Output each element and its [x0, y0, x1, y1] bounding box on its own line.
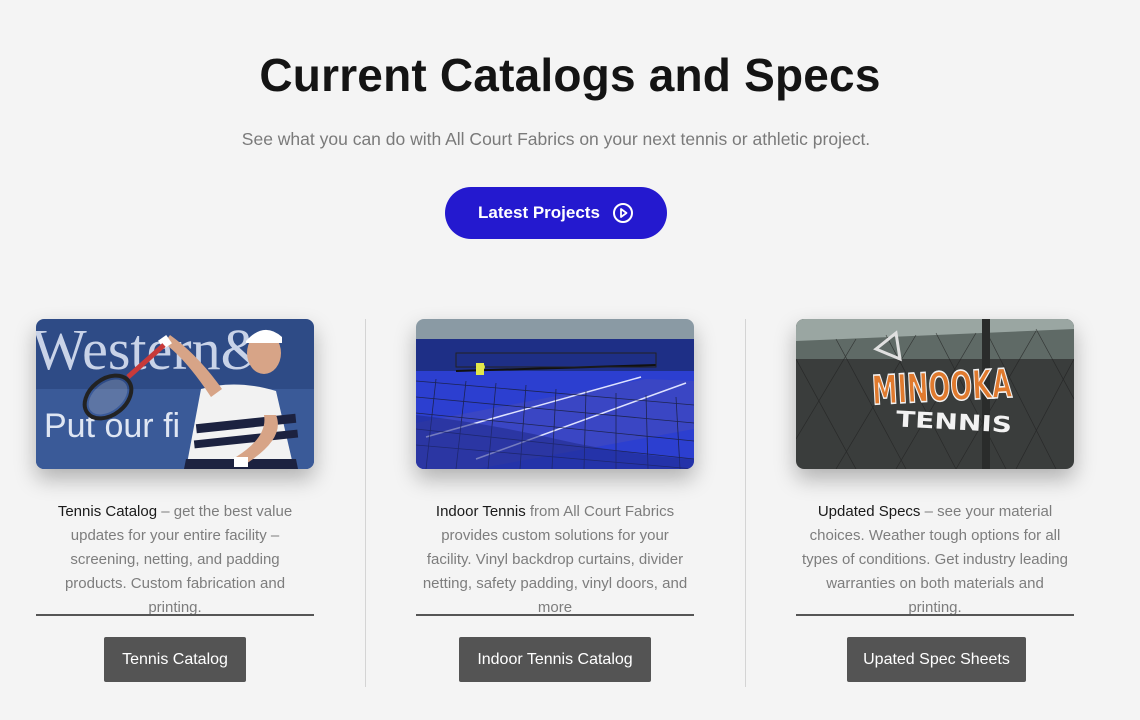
- latest-projects-button[interactable]: Latest Projects: [445, 187, 667, 239]
- card-rule: [796, 614, 1074, 616]
- card-lead: Tennis Catalog: [57, 503, 158, 520]
- indoor-tennis-catalog-button[interactable]: Indoor Tennis Catalog: [459, 637, 651, 682]
- latest-projects-label: Latest Projects: [478, 203, 600, 222]
- tennis-catalog-button-label: Tennis Catalog: [122, 650, 228, 668]
- image-banner-text: MINOOKA: [871, 361, 1013, 414]
- tennis-player-image: Western& Put our fi: [36, 319, 314, 469]
- card-description: Updated Specs – see your material choice…: [796, 500, 1074, 620]
- spec-sheets-button[interactable]: Upated Spec Sheets: [847, 637, 1026, 682]
- card-lead: Updated Specs: [817, 503, 921, 520]
- page-title: Current Catalogs and Specs: [259, 49, 881, 101]
- card-description: Indoor Tennis from All Court Fabrics pro…: [416, 500, 694, 620]
- column-divider: [365, 319, 366, 687]
- windscreen-image: MINOOKA TENNIS: [796, 319, 1074, 469]
- card-updated-specs: MINOOKA TENNIS Updated Specs – see your …: [796, 319, 1074, 682]
- card-rule: [36, 614, 314, 616]
- tennis-catalog-button[interactable]: Tennis Catalog: [104, 637, 246, 682]
- card-tennis-catalog: Western& Put our fi Tennis Catalog – get…: [36, 319, 314, 682]
- column-divider: [745, 319, 746, 687]
- play-circle-icon: [612, 202, 634, 224]
- card-indoor-tennis: Indoor Tennis from All Court Fabrics pro…: [416, 319, 694, 682]
- card-lead: Indoor Tennis: [435, 503, 526, 520]
- spec-sheets-button-label: Upated Spec Sheets: [863, 650, 1010, 668]
- indoor-tennis-catalog-button-label: Indoor Tennis Catalog: [477, 650, 633, 668]
- image-banner-text: Western&: [36, 319, 266, 382]
- image-banner-text: Put our fi: [44, 407, 180, 445]
- card-description: Tennis Catalog – get the best value upda…: [36, 500, 314, 620]
- card-rule: [416, 614, 694, 616]
- page-subtitle: See what you can do with All Court Fabri…: [241, 129, 871, 149]
- indoor-court-image: [416, 319, 694, 469]
